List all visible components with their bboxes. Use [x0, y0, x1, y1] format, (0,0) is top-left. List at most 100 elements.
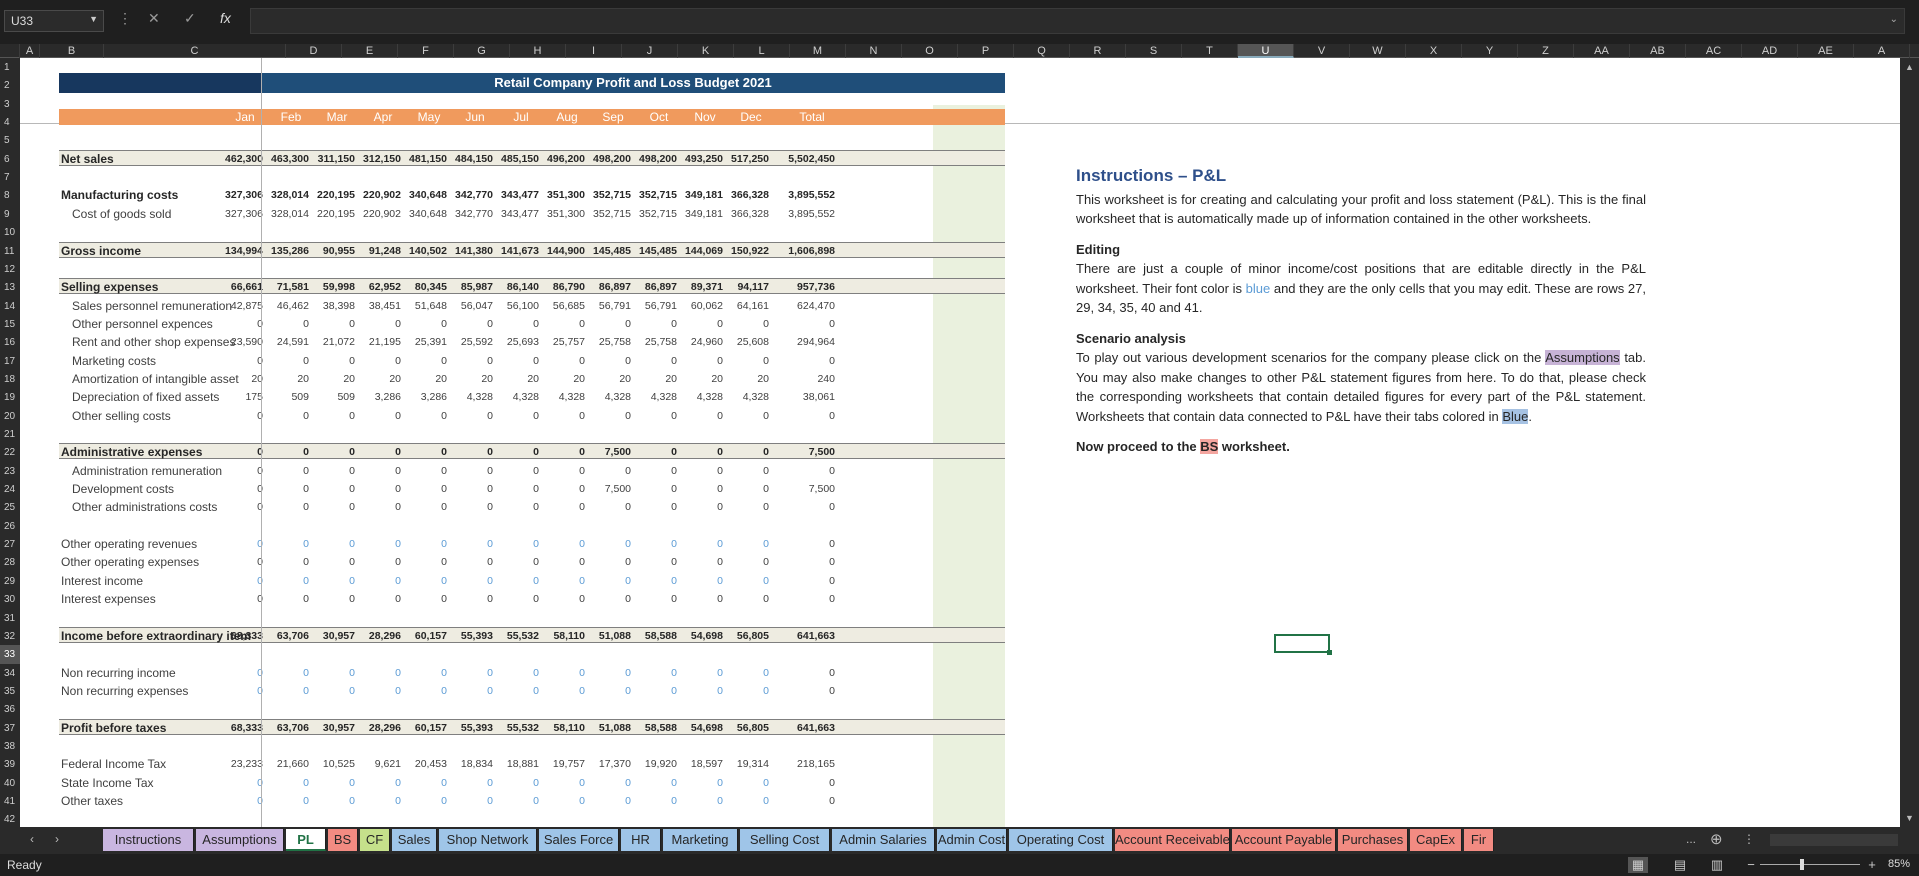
column-header-s[interactable]: S: [1126, 44, 1182, 58]
value-cell[interactable]: 0: [259, 408, 309, 424]
row-label[interactable]: Development costs: [72, 481, 174, 497]
total-cell[interactable]: 0: [785, 554, 835, 570]
value-cell[interactable]: 0: [673, 353, 723, 369]
column-header-ad[interactable]: AD: [1742, 44, 1798, 58]
value-cell[interactable]: 0: [443, 481, 493, 497]
value-cell[interactable]: 58,588: [627, 720, 677, 736]
value-cell[interactable]: 311,150: [305, 151, 355, 167]
row-label[interactable]: Profit before taxes: [61, 720, 166, 736]
value-cell[interactable]: 0: [213, 463, 263, 479]
row-label[interactable]: Other taxes: [61, 793, 123, 809]
value-cell[interactable]: 0: [489, 536, 539, 552]
value-cell[interactable]: 0: [397, 408, 447, 424]
value-cell[interactable]: 0: [719, 444, 769, 460]
total-cell[interactable]: 38,061: [785, 389, 835, 405]
column-header-n[interactable]: N: [846, 44, 902, 58]
value-cell[interactable]: 9,621: [351, 756, 401, 772]
value-cell[interactable]: 0: [259, 444, 309, 460]
value-cell[interactable]: 58,588: [627, 628, 677, 644]
value-cell[interactable]: 175: [213, 389, 263, 405]
value-cell[interactable]: 349,181: [673, 187, 723, 203]
value-cell[interactable]: 342,770: [443, 206, 493, 222]
value-cell[interactable]: 55,532: [489, 628, 539, 644]
row-label[interactable]: Marketing costs: [72, 353, 156, 369]
tab-purchases[interactable]: Purchases: [1338, 829, 1408, 851]
scroll-down-icon[interactable]: ▼: [1905, 813, 1914, 823]
value-cell[interactable]: 20,453: [397, 756, 447, 772]
select-all-corner[interactable]: [0, 44, 20, 58]
enter-icon[interactable]: ✓: [184, 10, 196, 27]
row-header-16[interactable]: 16: [0, 333, 20, 352]
total-cell[interactable]: 624,470: [785, 298, 835, 314]
value-cell[interactable]: 28,296: [351, 720, 401, 736]
value-cell[interactable]: 0: [581, 573, 631, 589]
value-cell[interactable]: 496,200: [535, 151, 585, 167]
value-cell[interactable]: 0: [397, 683, 447, 699]
value-cell[interactable]: 0: [673, 793, 723, 809]
value-cell[interactable]: 0: [673, 499, 723, 515]
tab-admin-salaries[interactable]: Admin Salaries: [832, 829, 935, 851]
value-cell[interactable]: 54,698: [673, 720, 723, 736]
column-header-c[interactable]: C: [104, 44, 286, 58]
value-cell[interactable]: 0: [535, 683, 585, 699]
value-cell[interactable]: 0: [489, 683, 539, 699]
row-header-26[interactable]: 26: [0, 517, 20, 536]
value-cell[interactable]: 4,328: [535, 389, 585, 405]
row-label[interactable]: Cost of goods sold: [72, 206, 171, 222]
value-cell[interactable]: 60,157: [397, 628, 447, 644]
value-cell[interactable]: 0: [259, 591, 309, 607]
value-cell[interactable]: 20: [489, 371, 539, 387]
value-cell[interactable]: 220,195: [305, 187, 355, 203]
value-cell[interactable]: 18,597: [673, 756, 723, 772]
value-cell[interactable]: 343,477: [489, 206, 539, 222]
row-header-41[interactable]: 41: [0, 792, 20, 811]
value-cell[interactable]: 0: [581, 499, 631, 515]
value-cell[interactable]: 0: [627, 353, 677, 369]
row-label[interactable]: Gross income: [61, 243, 141, 259]
value-cell[interactable]: 0: [673, 683, 723, 699]
value-cell[interactable]: 0: [443, 573, 493, 589]
tab-assumptions[interactable]: Assumptions: [196, 829, 284, 851]
normal-view-icon[interactable]: ▦: [1628, 857, 1648, 873]
value-cell[interactable]: 0: [489, 665, 539, 681]
value-cell[interactable]: 0: [259, 554, 309, 570]
value-cell[interactable]: 0: [719, 573, 769, 589]
value-cell[interactable]: 352,715: [627, 206, 677, 222]
value-cell[interactable]: 0: [351, 554, 401, 570]
value-cell[interactable]: 86,790: [535, 279, 585, 295]
value-cell[interactable]: 0: [397, 316, 447, 332]
value-cell[interactable]: 4,328: [443, 389, 493, 405]
tab-selling-cost[interactable]: Selling Cost: [740, 829, 830, 851]
value-cell[interactable]: 3,286: [351, 389, 401, 405]
value-cell[interactable]: 0: [305, 481, 355, 497]
chevron-down-icon[interactable]: ▼: [89, 14, 98, 24]
value-cell[interactable]: 340,648: [397, 206, 447, 222]
value-cell[interactable]: 24,960: [673, 334, 723, 350]
value-cell[interactable]: 55,393: [443, 720, 493, 736]
value-cell[interactable]: 0: [673, 554, 723, 570]
value-cell[interactable]: 352,715: [627, 187, 677, 203]
total-cell[interactable]: 0: [785, 665, 835, 681]
value-cell[interactable]: 25,758: [627, 334, 677, 350]
value-cell[interactable]: 20: [443, 371, 493, 387]
insert-function-icon[interactable]: fx: [220, 10, 231, 26]
value-cell[interactable]: 0: [535, 408, 585, 424]
value-cell[interactable]: 0: [535, 665, 585, 681]
row-header-5[interactable]: 5: [0, 131, 20, 150]
value-cell[interactable]: 0: [305, 316, 355, 332]
value-cell[interactable]: 0: [673, 665, 723, 681]
tab-cf[interactable]: CF: [360, 829, 390, 851]
value-cell[interactable]: 42,875: [213, 298, 263, 314]
value-cell[interactable]: 0: [305, 591, 355, 607]
value-cell[interactable]: 0: [719, 316, 769, 332]
value-cell[interactable]: 134,994: [213, 243, 263, 259]
value-cell[interactable]: 509: [259, 389, 309, 405]
value-cell[interactable]: 0: [397, 554, 447, 570]
column-header-f[interactable]: F: [398, 44, 454, 58]
value-cell[interactable]: 56,791: [581, 298, 631, 314]
value-cell[interactable]: 0: [259, 463, 309, 479]
value-cell[interactable]: 51,088: [581, 720, 631, 736]
tab-account-payable[interactable]: Account Payable: [1232, 829, 1336, 851]
value-cell[interactable]: 351,300: [535, 187, 585, 203]
tab-fir[interactable]: Fir: [1464, 829, 1494, 851]
